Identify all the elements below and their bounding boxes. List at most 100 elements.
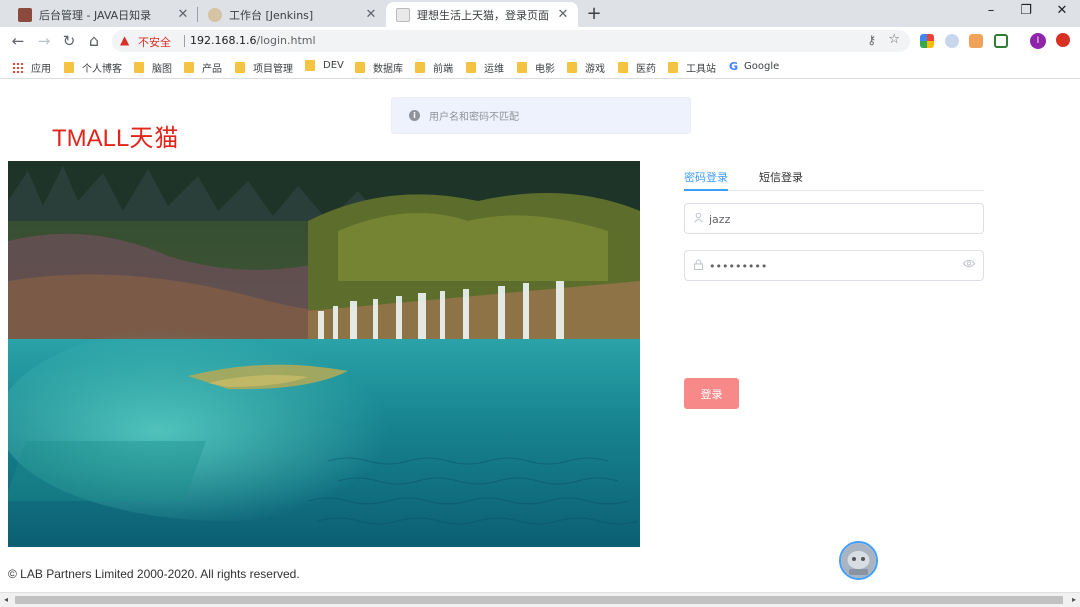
security-status[interactable]: 不安全 <box>138 34 171 50</box>
bookmark-database[interactable]: 数据库 <box>355 60 403 75</box>
logo-chinese: 天猫 <box>129 125 180 152</box>
login-page: TMALL天猫 i 用户名和密码不匹配 密码登录 短信登录 jazz 登录 © … <box>0 80 1080 592</box>
username-input[interactable] <box>709 209 959 229</box>
folder-icon <box>668 62 678 73</box>
waterfall-lake-illustration <box>8 161 640 547</box>
user-icon <box>693 212 705 224</box>
url-host: 192.168.1.6 <box>190 34 257 47</box>
bookmark-mindmap[interactable]: 脑图 <box>134 60 172 75</box>
window-close-button[interactable]: ✕ <box>1051 3 1073 23</box>
maximize-button[interactable]: ❐ <box>1015 3 1037 23</box>
omnibox-divider <box>184 35 185 47</box>
bookmark-label: 脑图 <box>152 64 172 75</box>
browser-tab-tmall-login[interactable]: 理想生活上天猫，登录页面 ✕ <box>386 2 578 27</box>
browser-tab-admin[interactable]: 后台管理 - JAVA日知录 ✕ <box>8 2 198 27</box>
minimize-button[interactable]: – <box>980 3 1002 23</box>
back-button[interactable]: ← <box>8 31 28 51</box>
key-icon[interactable]: ⚷ <box>867 33 876 47</box>
bookmark-label: 游戏 <box>585 64 605 75</box>
login-panel: 密码登录 短信登录 登录 <box>684 161 984 409</box>
bookmark-label: 前端 <box>433 64 453 75</box>
bookmark-blog[interactable]: 个人博客 <box>64 60 122 75</box>
tmall-logo[interactable]: TMALL天猫 <box>52 118 179 153</box>
bookmark-medicine[interactable]: 医药 <box>618 60 656 75</box>
bookmark-label: 项目管理 <box>253 64 293 75</box>
close-icon[interactable]: ✕ <box>364 7 378 22</box>
horizontal-scrollbar[interactable]: ◂ ▸ <box>0 592 1080 607</box>
extension-green-icon[interactable] <box>994 34 1008 48</box>
bookmark-label: 应用 <box>31 64 51 75</box>
browser-tab-jenkins[interactable]: 工作台 [Jenkins] ✕ <box>198 2 386 27</box>
bookmark-product[interactable]: 产品 <box>184 60 222 75</box>
bookmarks-bar: 应用 个人博客 脑图 产品 项目管理 DEV 数据库 前端 运维 电影 游戏 医… <box>0 55 1080 79</box>
reload-button[interactable]: ↻ <box>59 31 79 51</box>
folder-icon <box>517 62 527 73</box>
error-message-text: 用户名和密码不匹配 <box>429 112 519 123</box>
folder-icon <box>567 62 577 73</box>
extension-orange-icon[interactable] <box>969 34 983 48</box>
extension-red-icon[interactable] <box>1056 33 1070 47</box>
active-tab-indicator <box>684 189 728 191</box>
hero-landscape-image <box>8 161 640 547</box>
new-tab-button[interactable]: + <box>585 3 603 24</box>
folder-icon <box>64 62 74 73</box>
password-input[interactable] <box>709 256 959 276</box>
username-field[interactable] <box>684 203 984 234</box>
bookmark-project[interactable]: 项目管理 <box>235 60 293 75</box>
password-field[interactable] <box>684 250 984 281</box>
tab-favicon-icon <box>18 7 32 22</box>
folder-icon <box>618 62 628 73</box>
bookmark-label: 工具站 <box>686 64 716 75</box>
forward-button[interactable]: → <box>34 31 54 51</box>
bookmark-google[interactable]: G Google <box>729 60 779 73</box>
bookmark-apps[interactable]: 应用 <box>12 60 51 75</box>
info-icon: i <box>409 110 420 121</box>
url-text[interactable]: 192.168.1.6/login.html <box>190 34 316 47</box>
close-icon[interactable]: ✕ <box>556 7 570 22</box>
folder-icon <box>235 62 245 73</box>
tab-title: 理想生活上天猫，登录页面 <box>417 8 549 22</box>
extension-colorful-icon[interactable] <box>920 34 934 48</box>
lock-icon <box>693 259 705 271</box>
login-button[interactable]: 登录 <box>684 378 739 409</box>
jenkins-favicon-icon <box>208 7 222 22</box>
scrollbar-thumb[interactable] <box>15 596 1063 604</box>
bookmark-dev[interactable]: DEV <box>305 60 344 71</box>
bookmark-label: Google <box>744 61 780 72</box>
chat-assistant-avatar[interactable] <box>839 541 878 580</box>
folder-icon <box>355 62 365 73</box>
profile-avatar[interactable]: I <box>1030 33 1046 49</box>
browser-toolbar: ← → ↻ ⌂ ▲ 不安全 192.168.1.6/login.html ⚷ ☆… <box>0 27 1080 55</box>
logo-latin: TMALL <box>52 125 130 152</box>
bookmark-label: DEV <box>323 60 344 71</box>
bookmark-label: 医药 <box>636 64 656 75</box>
copyright-footer: © LAB Partners Limited 2000-2020. All ri… <box>8 567 300 581</box>
bookmark-label: 产品 <box>202 64 222 75</box>
bookmark-games[interactable]: 游戏 <box>567 60 605 75</box>
folder-icon <box>305 60 315 71</box>
scroll-left-icon[interactable]: ◂ <box>4 595 8 604</box>
scroll-right-icon[interactable]: ▸ <box>1072 595 1076 604</box>
tab-favicon-icon <box>396 7 410 22</box>
browser-tab-strip: 后台管理 - JAVA日知录 ✕ 工作台 [Jenkins] ✕ 理想生活上天猫… <box>0 0 1080 27</box>
tab-password-login[interactable]: 密码登录 <box>684 169 728 185</box>
url-path: /login.html <box>256 34 316 47</box>
bookmark-tools[interactable]: 工具站 <box>668 60 716 75</box>
bookmark-frontend[interactable]: 前端 <box>415 60 453 75</box>
robot-avatar-icon <box>841 543 876 578</box>
extension-globe-icon[interactable] <box>945 34 959 48</box>
bookmark-movie[interactable]: 电影 <box>517 60 555 75</box>
folder-icon <box>134 62 144 73</box>
bookmark-label: 个人博客 <box>82 64 122 75</box>
show-password-eye-icon[interactable] <box>962 259 976 271</box>
bookmark-label: 电影 <box>535 64 555 75</box>
bookmark-star-icon[interactable]: ☆ <box>888 32 900 47</box>
tab-sms-login[interactable]: 短信登录 <box>759 169 803 185</box>
bookmark-ops[interactable]: 运维 <box>466 60 504 75</box>
close-icon[interactable]: ✕ <box>176 7 190 22</box>
address-bar[interactable]: ▲ 不安全 192.168.1.6/login.html ⚷ ☆ <box>112 30 910 52</box>
home-button[interactable]: ⌂ <box>84 31 104 51</box>
bookmark-label: 数据库 <box>373 64 403 75</box>
google-icon: G <box>729 60 739 73</box>
folder-icon <box>184 62 194 73</box>
